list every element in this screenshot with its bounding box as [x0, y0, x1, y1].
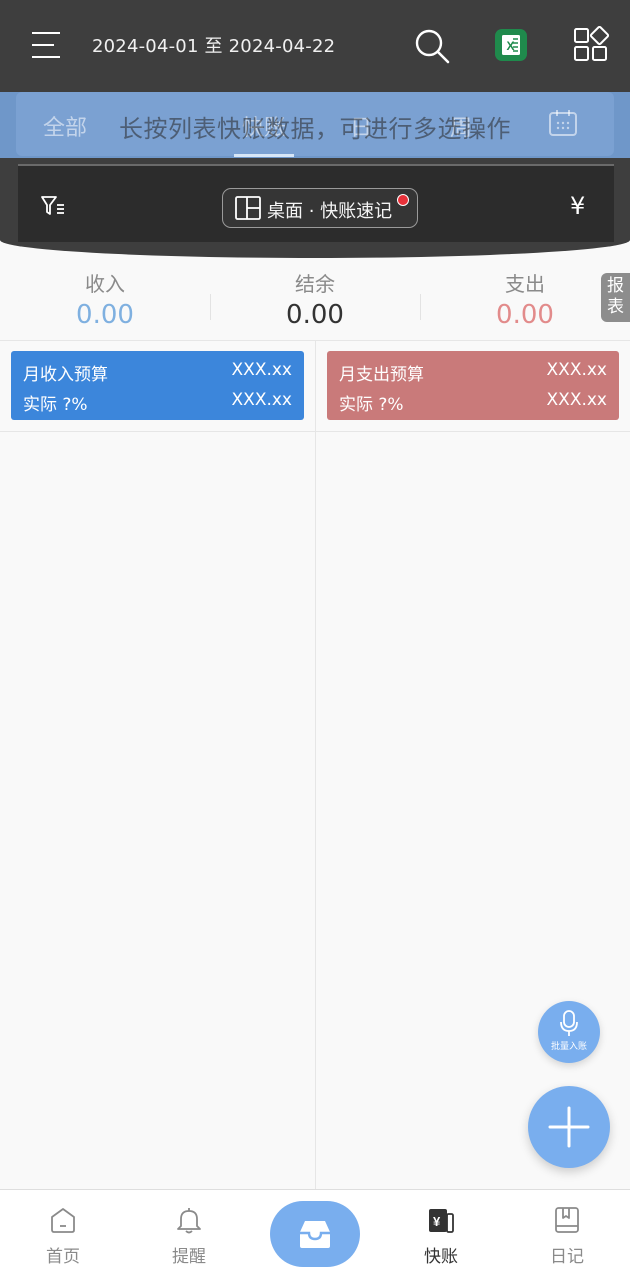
income-budget-card[interactable]: 月收入预算 XXX.xx 实际 ?% XXX.xx [11, 351, 304, 420]
menu-button[interactable] [28, 28, 64, 62]
expense-label: 支出 [505, 272, 545, 296]
notification-dot [397, 194, 409, 206]
nav-quick[interactable]: ¥ 快账 [378, 1190, 504, 1280]
summary-row: 收入 0.00 结余 0.00 支出 0.00 [0, 270, 630, 340]
income-actual-label: 实际 ?% [23, 395, 88, 415]
expense-value: 0.00 [496, 300, 554, 330]
search-icon[interactable] [412, 26, 452, 66]
expense-budget-title: 月支出预算 [339, 365, 424, 385]
excel-export-icon[interactable]: X [494, 28, 528, 62]
income-value: 0.00 [76, 300, 134, 330]
apps-grid-icon[interactable] [572, 26, 610, 64]
menu-line [32, 32, 60, 34]
menu-line [32, 44, 54, 46]
nav-home-label: 首页 [46, 1247, 80, 1267]
add-record-button[interactable] [528, 1086, 610, 1168]
home-icon [51, 1208, 75, 1233]
voice-entry-label: 批量入账 [550, 1042, 587, 1052]
layout-icon [235, 196, 261, 220]
expense-actual-value: XXX.xx [546, 390, 607, 410]
filter-icon[interactable] [40, 194, 66, 218]
income-summary[interactable]: 收入 0.00 [0, 270, 210, 332]
app-header: 2024-04-01 至 2024-04-22 X 全部 快账 日 周 长按列表… [0, 0, 630, 258]
microphone-icon [560, 1010, 578, 1036]
balance-value: 0.00 [286, 300, 344, 330]
date-range[interactable]: 2024-04-01 至 2024-04-22 [92, 32, 335, 58]
balance-label: 结余 [295, 272, 335, 296]
balance-summary[interactable]: 结余 0.00 [210, 270, 420, 332]
report-tab[interactable]: 报表 [601, 273, 630, 322]
tab-strip: 全部 快账 日 周 长按列表快账数据，可进行多选操作 [0, 92, 630, 158]
nav-home[interactable]: 首页 [0, 1190, 126, 1280]
expense-budget-value: XXX.xx [546, 360, 607, 380]
voice-entry-button[interactable]: 批量入账 [538, 1001, 600, 1063]
expense-actual-label: 实际 ?% [339, 395, 404, 415]
column-divider [315, 341, 316, 1189]
inbox-icon [300, 1221, 330, 1248]
nav-diary[interactable]: 日记 [504, 1190, 630, 1280]
top-bar: 2024-04-01 至 2024-04-22 X [0, 0, 630, 92]
menu-line [32, 56, 60, 58]
income-label: 收入 [85, 272, 125, 296]
expense-summary[interactable]: 支出 0.00 [420, 270, 630, 332]
bell-icon [177, 1208, 201, 1234]
ledger-icon: ¥ [429, 1209, 454, 1233]
diary-icon [555, 1207, 579, 1233]
nav-remind[interactable]: 提醒 [126, 1190, 252, 1280]
toast-message: 长按列表快账数据，可进行多选操作 [119, 115, 511, 143]
nav-diary-label: 日记 [550, 1247, 584, 1267]
plus-icon [548, 1106, 590, 1148]
expense-budget-card[interactable]: 月支出预算 XXX.xx 实际 ?% XXX.xx [327, 351, 619, 420]
tab-indicator [234, 154, 294, 157]
desk-widget-button[interactable]: 桌面 · 快账速记 [222, 188, 418, 228]
bottom-nav: 首页 提醒 ¥ 快账 日记 [0, 1189, 630, 1280]
svg-text:¥: ¥ [433, 1214, 441, 1229]
nav-remind-label: 提醒 [172, 1247, 206, 1267]
income-budget-value: XXX.xx [231, 360, 292, 380]
nav-inbox-button[interactable] [270, 1201, 360, 1267]
filter-panel: 桌面 · 快账速记 ¥ [18, 164, 614, 242]
income-actual-value: XXX.xx [231, 390, 292, 410]
income-budget-title: 月收入预算 [23, 365, 108, 385]
nav-quick-label: 快账 [424, 1247, 458, 1267]
currency-button[interactable]: ¥ [570, 192, 585, 220]
desk-widget-label: 桌面 · 快账速记 [267, 201, 393, 222]
calendar-icon[interactable] [548, 108, 578, 138]
